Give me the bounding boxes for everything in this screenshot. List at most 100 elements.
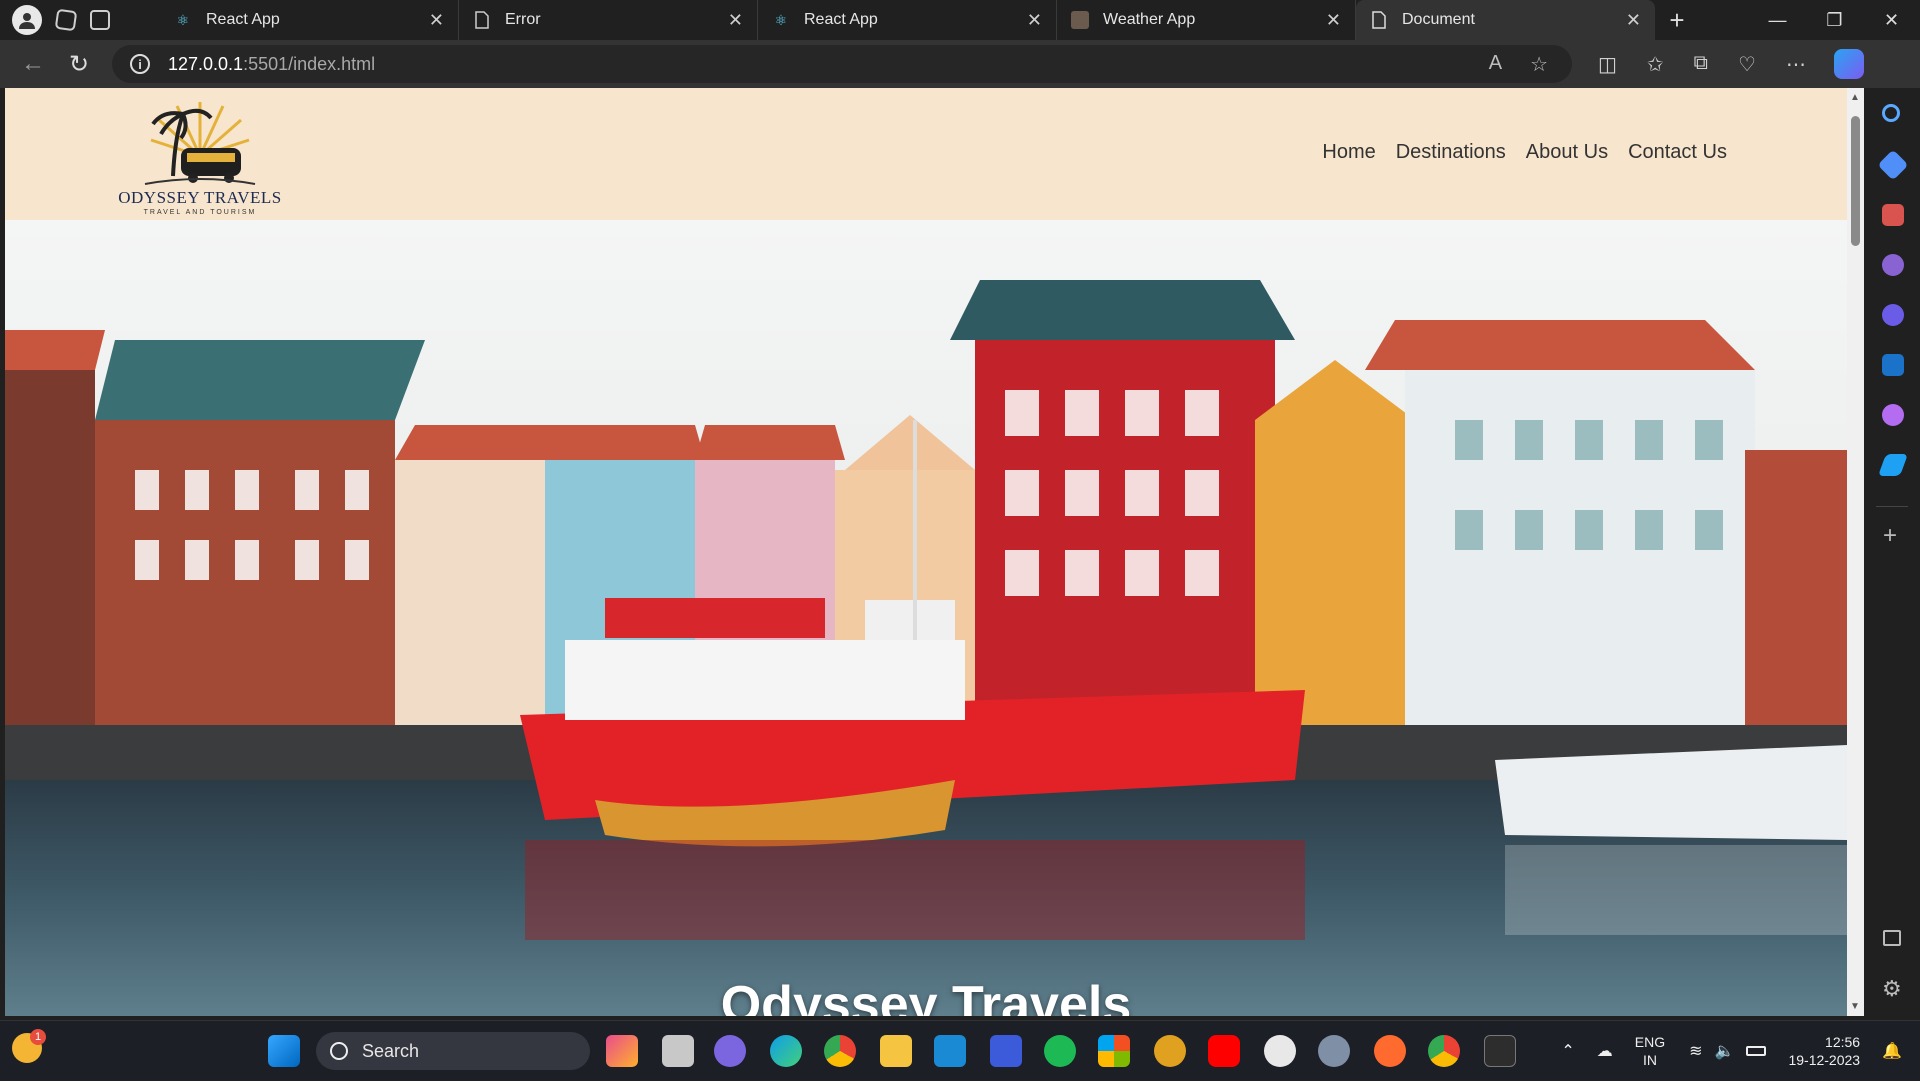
close-tab-icon[interactable]: ✕ <box>1326 10 1341 31</box>
reload-icon[interactable]: ↻ <box>56 44 102 84</box>
games-icon[interactable] <box>1882 254 1904 276</box>
nav-destinations[interactable]: Destinations <box>1396 141 1506 164</box>
url-text[interactable]: 127.0.0.1:5501/index.html <box>168 54 375 75</box>
site-logo[interactable]: ODYSSEY TRAVELS TRAVEL AND TOURISM <box>115 96 285 216</box>
hero-title: Odyssey Travels <box>720 976 1132 1016</box>
new-tab-button[interactable]: + <box>1655 0 1699 40</box>
spotify-icon[interactable] <box>1044 1035 1076 1067</box>
restore-icon[interactable]: ❐ <box>1806 0 1863 40</box>
settings-gear-icon[interactable]: ⚙ <box>1882 976 1902 1002</box>
notifications-bell-icon[interactable]: 🔔 <box>1882 1041 1902 1061</box>
outlook-icon[interactable] <box>1882 354 1904 376</box>
image-icon <box>1071 11 1089 29</box>
app-icon[interactable] <box>990 1035 1022 1067</box>
search-icon <box>330 1042 348 1060</box>
workspaces-icon[interactable] <box>54 8 78 32</box>
send-icon[interactable] <box>1877 454 1909 476</box>
split-screen-icon[interactable]: ◫ <box>1598 52 1617 77</box>
tab-weather-app[interactable]: Weather App ✕ <box>1057 0 1356 40</box>
teams-chat-icon[interactable] <box>714 1035 746 1067</box>
page-scrollbar[interactable]: ▲ ▼ <box>1847 88 1864 1016</box>
favorite-star-icon[interactable]: ☆ <box>1530 52 1548 77</box>
collections-icon[interactable]: ⧉ <box>1694 52 1708 77</box>
read-aloud-icon[interactable]: A <box>1489 52 1502 77</box>
edge-browser-icon[interactable] <box>770 1035 802 1067</box>
clock-date: 19-12-2023 <box>1788 1052 1861 1068</box>
lang-code: ENG <box>1634 1034 1666 1050</box>
input-language[interactable]: ENG IN <box>1635 1033 1665 1069</box>
favorites-icon[interactable]: ✩ <box>1647 52 1664 77</box>
sidebar-toggle-icon[interactable] <box>1883 930 1901 946</box>
close-tab-icon[interactable]: ✕ <box>728 10 743 31</box>
document-icon <box>473 11 491 29</box>
logo-emblem-icon <box>144 102 256 185</box>
windows-start-icon[interactable] <box>268 1035 300 1067</box>
battery-icon[interactable] <box>1746 1046 1767 1056</box>
tab-react-app-2[interactable]: ⚛ React App ✕ <box>758 0 1057 40</box>
site-info-icon[interactable]: i <box>130 54 150 74</box>
more-options-icon[interactable]: ⋯ <box>1786 52 1806 77</box>
copilot-icon[interactable] <box>1833 49 1864 79</box>
windows-taskbar: 1 Search ⌃ ☁ ENG IN ≋ 🔈 12:56 19-12-2023… <box>0 1020 1920 1080</box>
vscode-icon[interactable] <box>934 1035 966 1067</box>
wifi-icon[interactable]: ≋ <box>1689 1041 1702 1061</box>
hero-image: Odyssey Travels <box>5 220 1847 1016</box>
tab-react-app-1[interactable]: ⚛ React App ✕ <box>160 0 459 40</box>
react-icon: ⚛ <box>176 11 190 28</box>
search-icon[interactable] <box>1882 104 1900 122</box>
settings-app-icon[interactable] <box>1318 1035 1350 1067</box>
logo-title: ODYSSEY TRAVELS <box>118 188 282 207</box>
document-icon <box>1370 11 1388 29</box>
volume-icon[interactable]: 🔈 <box>1715 1041 1735 1061</box>
tab-document[interactable]: Document ✕ <box>1356 0 1655 40</box>
medal-icon[interactable] <box>1154 1035 1186 1067</box>
taskbar-search-box[interactable]: Search <box>316 1032 590 1070</box>
logo-subtitle: TRAVEL AND TOURISM <box>143 209 257 216</box>
onedrive-icon[interactable]: ☁ <box>1597 1041 1613 1061</box>
close-tab-icon[interactable]: ✕ <box>1626 10 1641 31</box>
microsoft-365-icon[interactable] <box>1882 304 1904 326</box>
minimize-icon[interactable]: — <box>1749 0 1806 40</box>
vertical-tabs-icon[interactable] <box>90 10 110 30</box>
show-hidden-icons-chevron-icon[interactable]: ⌃ <box>1561 1041 1574 1061</box>
microsoft-store-icon[interactable] <box>1098 1035 1130 1067</box>
close-tab-icon[interactable]: ✕ <box>1027 10 1042 31</box>
scrollbar-thumb[interactable] <box>1851 116 1860 246</box>
file-explorer-icon[interactable] <box>880 1035 912 1067</box>
system-tray: ⌃ ☁ ENG IN ≋ 🔈 12:56 19-12-2023 🔔 <box>1561 1021 1920 1081</box>
scroll-up-arrow-icon[interactable]: ▲ <box>1850 92 1860 103</box>
back-arrow-icon[interactable]: ← <box>10 44 56 84</box>
address-bar[interactable]: i 127.0.0.1:5501/index.html A ☆ <box>112 45 1572 83</box>
terminal-icon[interactable] <box>1484 1035 1516 1067</box>
close-window-icon[interactable]: ✕ <box>1863 0 1920 40</box>
weather-widget-icon[interactable]: 1 <box>12 1029 46 1063</box>
profile-avatar-icon[interactable] <box>12 5 42 35</box>
copilot-pre-icon[interactable] <box>606 1035 638 1067</box>
nav-about-us[interactable]: About Us <box>1526 141 1608 164</box>
browser-tab-strip: ⚛ React App ✕ Error ✕ ⚛ React App ✕ Weat… <box>0 0 1920 40</box>
chrome-icon[interactable] <box>824 1035 856 1067</box>
shopping-tag-icon[interactable] <box>1877 149 1909 181</box>
postman-icon[interactable] <box>1374 1035 1406 1067</box>
browser-toolbar: ← ↻ i 127.0.0.1:5501/index.html A ☆ ◫ ✩ … <box>0 40 1920 88</box>
taskbar-clock[interactable]: 12:56 19-12-2023 <box>1788 1033 1860 1069</box>
nav-contact-us[interactable]: Contact Us <box>1628 141 1727 164</box>
browser-essentials-icon[interactable]: ♡ <box>1738 52 1756 77</box>
scroll-down-arrow-icon[interactable]: ▼ <box>1850 1001 1860 1012</box>
task-view-icon[interactable] <box>662 1035 694 1067</box>
add-icon[interactable]: + <box>1883 522 1897 550</box>
youtube-icon[interactable] <box>1208 1035 1240 1067</box>
chrome-profile-icon[interactable] <box>1428 1035 1460 1067</box>
nav-home[interactable]: Home <box>1322 141 1375 164</box>
notification-badge: 1 <box>30 1029 46 1045</box>
web-page-viewport: ODYSSEY TRAVELS TRAVEL AND TOURISM Home … <box>5 88 1847 1016</box>
site-nav: Home Destinations About Us Contact Us <box>1322 141 1727 164</box>
url-host: 127.0.0.1 <box>168 53 244 74</box>
mongodb-compass-icon[interactable] <box>1264 1035 1296 1067</box>
close-tab-icon[interactable]: ✕ <box>429 10 444 31</box>
tools-icon[interactable] <box>1882 204 1904 226</box>
designer-icon[interactable] <box>1882 404 1904 426</box>
site-header: ODYSSEY TRAVELS TRAVEL AND TOURISM Home … <box>5 88 1847 220</box>
tab-error[interactable]: Error ✕ <box>459 0 758 40</box>
address-bar-actions: A ☆ <box>1489 52 1572 77</box>
